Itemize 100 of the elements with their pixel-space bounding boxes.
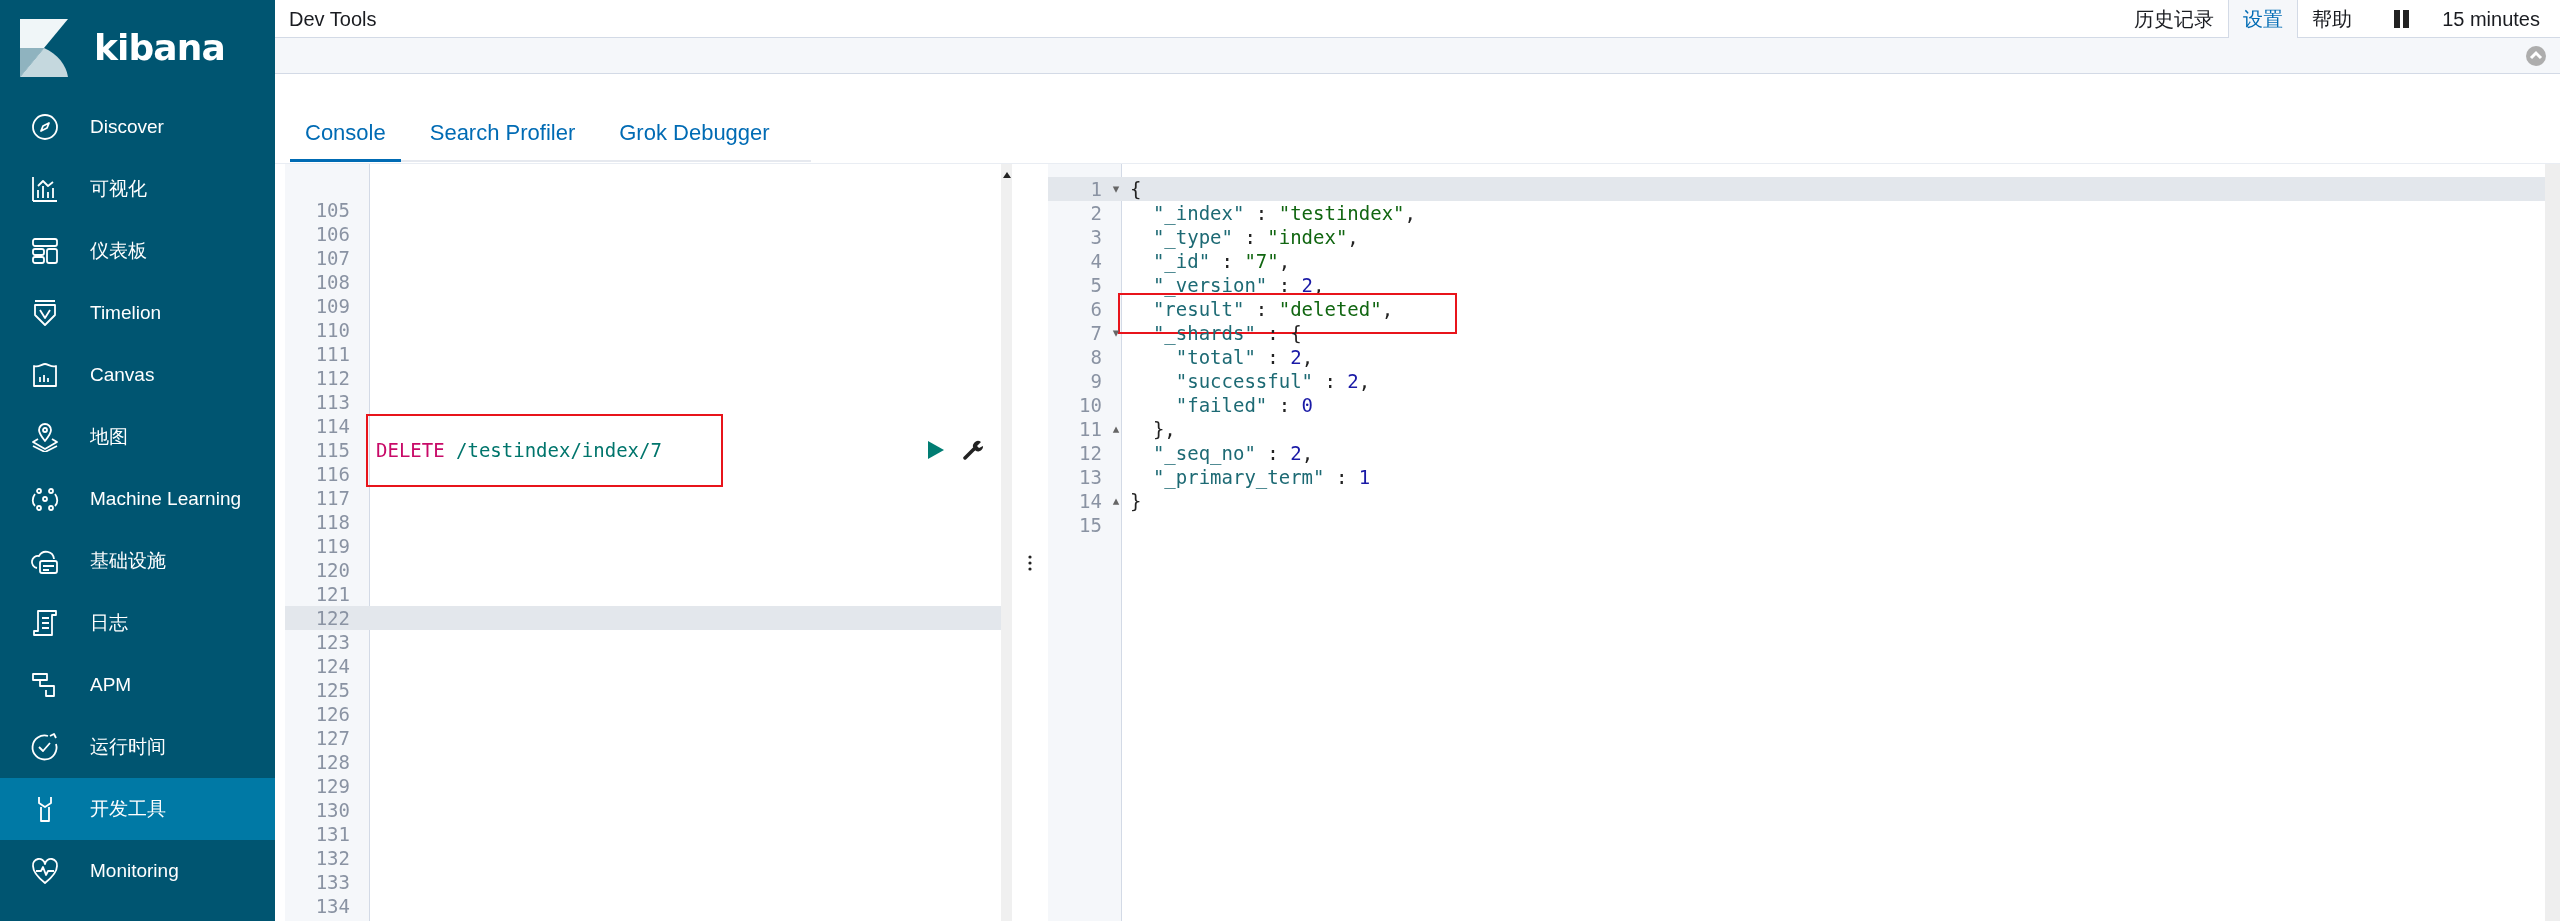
line-number: 133 [314, 869, 350, 895]
code-line: DELETE /testindex/index/7 [376, 437, 662, 463]
code-line: "_primary_term" : 1 [1151, 465, 1371, 491]
fold-toggle[interactable]: ▾ [1112, 323, 1120, 343]
header-link[interactable]: 历史记录 [2120, 0, 2229, 37]
line-number: 120 [314, 557, 350, 583]
line-number: 8 [1089, 344, 1102, 370]
sidebar-item[interactable]: Monitoring [0, 840, 275, 902]
line-number: 119 [314, 533, 350, 559]
line-number: 116 [314, 461, 350, 487]
line-number: 109 [314, 293, 350, 319]
map-pin-icon [30, 422, 60, 452]
line-number: 2 [1089, 200, 1102, 226]
bar-chart-icon [30, 174, 60, 204]
line-number: 118 [314, 509, 350, 535]
pause-icon[interactable] [2394, 9, 2411, 28]
canvas-icon [30, 360, 60, 390]
code-line: "_type" : "index", [1151, 225, 1359, 251]
code-line: "successful" : 2, [1174, 368, 1371, 394]
line-number: 13 [1078, 464, 1102, 490]
line-number: 122 [314, 605, 350, 631]
dashboard-icon [30, 236, 60, 266]
line-number: 106 [314, 221, 350, 247]
sidebar-item[interactable]: Discover [0, 96, 275, 158]
fold-toggle[interactable]: ▴ [1112, 491, 1120, 511]
fold-toggle[interactable]: ▴ [1112, 419, 1120, 439]
tab[interactable]: Grok Debugger [604, 112, 785, 162]
scroll-up-icon[interactable] [1002, 172, 1011, 178]
line-number: 3 [1089, 224, 1102, 250]
line-number: 111 [314, 341, 350, 367]
request-editor[interactable]: 105 106 107 108 109 110 111 112 113 114 115 DELETE /testindex/index/7 116 117 118 119 120 121 122 123 124 125 126 127 128 129 130 131 132 133 134 [285, 164, 1012, 921]
line-number: 128 [314, 749, 350, 775]
line-number: 129 [314, 773, 350, 799]
line-number: 110 [314, 317, 350, 343]
code-line: }, [1151, 416, 1176, 442]
scrollbar[interactable] [1001, 164, 1012, 921]
scrollbar[interactable] [2545, 164, 2560, 921]
sidebar-item[interactable]: APM [0, 654, 275, 716]
line-number: 132 [314, 845, 350, 871]
line-number: 130 [314, 797, 350, 823]
line-number: 1 [1089, 176, 1102, 202]
sidebar-item[interactable]: 日志 [0, 592, 275, 654]
line-number: 114 [314, 413, 350, 439]
fold-toggle[interactable]: ▾ [1112, 179, 1120, 199]
line-number: 11 [1078, 416, 1102, 442]
line-number: 15 [1078, 512, 1102, 538]
play-icon [927, 441, 945, 459]
code-line: "result" : "deleted", [1151, 297, 1394, 322]
code-line: } [1130, 488, 1142, 514]
code-line: "_index" : "testindex", [1151, 200, 1416, 227]
line-number: 121 [314, 581, 350, 607]
run-button[interactable] [927, 441, 945, 459]
line-number: 9 [1089, 368, 1102, 394]
line-number: 105 [314, 197, 350, 223]
code-line: "failed" : 0 [1174, 392, 1314, 418]
sidebar-item[interactable]: 基础设施 [0, 530, 275, 592]
code-line: "_seq_no" : 2, [1151, 440, 1314, 467]
header-link[interactable]: 帮助 [2298, 0, 2367, 37]
compass-icon [30, 112, 60, 142]
line-number: 117 [314, 485, 350, 511]
line-number: 12 [1078, 440, 1102, 466]
code-line: { [1130, 176, 1142, 202]
line-number: 112 [314, 365, 350, 391]
clock-check-icon [30, 732, 60, 762]
line-number: 127 [314, 725, 350, 751]
line-number: 14 [1078, 488, 1102, 514]
line-number: 107 [314, 245, 350, 271]
sidebar-item[interactable]: 开发工具 [0, 778, 275, 840]
sidebar-item[interactable]: Canvas [0, 344, 275, 406]
code-line: "_id" : "7", [1151, 249, 1291, 275]
app-name: kibana [94, 26, 225, 70]
line-number: 115 [314, 437, 350, 463]
line-number: 123 [314, 629, 350, 655]
time-range-link[interactable]: 15 minutes [2442, 3, 2540, 34]
line-number: 113 [314, 389, 350, 415]
header-link[interactable]: 设置 [2228, 0, 2299, 38]
sidebar-item[interactable]: 可视化 [0, 158, 275, 220]
code-line: "total" : 2, [1174, 345, 1314, 370]
resize-handle-icon[interactable] [1028, 554, 1032, 571]
logo-icon [20, 19, 68, 77]
sidebar-item[interactable]: 仪表板 [0, 220, 275, 282]
sidebar-item[interactable]: 运行时间 [0, 716, 275, 778]
line-number: 7 [1089, 320, 1102, 346]
line-number: 131 [314, 821, 350, 847]
document-icon [30, 608, 60, 638]
line-number: 108 [314, 269, 350, 295]
page-title: Dev Tools [288, 6, 377, 32]
heart-icon [30, 856, 60, 886]
line-number: 126 [314, 701, 350, 727]
line-number: 134 [314, 893, 350, 919]
line-number: 125 [314, 677, 350, 703]
line-number: 4 [1089, 248, 1102, 274]
sidebar-item[interactable]: Machine Learning [0, 468, 275, 530]
sidebar-item[interactable]: 地图 [0, 406, 275, 468]
line-number: 5 [1089, 272, 1102, 298]
line-number: 124 [314, 653, 350, 679]
sidebar-item[interactable]: Timelion [0, 282, 275, 344]
line-number: 10 [1078, 392, 1102, 418]
line-number: 6 [1089, 296, 1102, 322]
tab[interactable]: Search Profiler [414, 112, 591, 162]
